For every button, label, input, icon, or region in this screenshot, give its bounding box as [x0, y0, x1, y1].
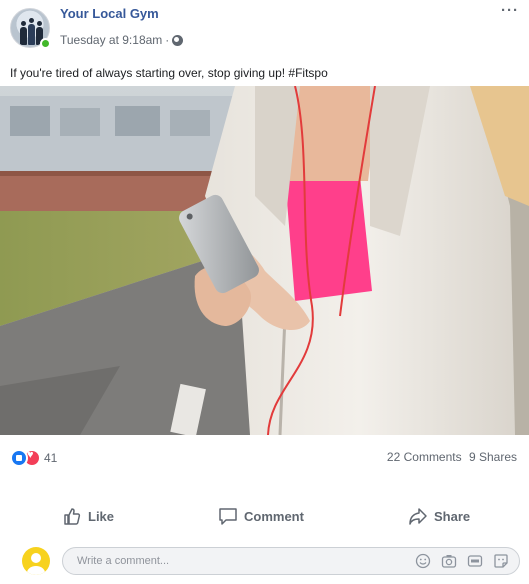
like-reaction-icon	[10, 449, 28, 467]
camera-icon[interactable]	[441, 553, 457, 569]
thumbs-up-icon	[64, 508, 81, 525]
comment-composer	[62, 547, 520, 575]
post-timestamp[interactable]: Tuesday at 9:18am	[60, 33, 162, 47]
more-options-button[interactable]: ···	[501, 2, 519, 19]
post-text: If you're tired of always starting over,…	[10, 66, 328, 80]
globe-icon[interactable]	[172, 34, 184, 46]
like-button[interactable]: Like	[62, 506, 114, 526]
online-status-icon	[40, 38, 51, 49]
comment-button[interactable]: Comment	[218, 506, 304, 526]
sticker-icon[interactable]	[493, 553, 509, 569]
page-name-link[interactable]: Your Local Gym	[60, 6, 159, 21]
post-actions: Like Comment Share	[0, 500, 529, 534]
comment-label: Comment	[244, 508, 304, 524]
share-label: Share	[434, 508, 471, 524]
comment-bubble-icon	[219, 508, 237, 525]
user-avatar[interactable]	[22, 547, 50, 575]
post-photo[interactable]	[0, 86, 529, 435]
gif-icon[interactable]	[467, 553, 483, 569]
reaction-count: 41	[44, 451, 58, 465]
share-arrow-icon	[409, 508, 427, 525]
comments-count-link[interactable]: 22 Comments	[387, 450, 462, 464]
post-photo-illustration	[0, 86, 529, 435]
composer-tools	[415, 553, 509, 569]
comment-input[interactable]	[77, 548, 377, 574]
post-meta: Tuesday at 9:18am ·	[60, 33, 184, 47]
post-stats: 22 Comments 9 Shares	[387, 450, 517, 464]
shares-count-link[interactable]: 9 Shares	[469, 450, 517, 464]
share-button[interactable]: Share	[408, 506, 470, 526]
emoji-icon[interactable]	[415, 553, 431, 569]
facebook-post: Your Local Gym Tuesday at 9:18am · ··· I…	[0, 0, 529, 584]
meta-separator: ·	[165, 33, 170, 47]
reactions-summary[interactable]: 41	[10, 449, 57, 467]
like-label: Like	[88, 508, 115, 524]
